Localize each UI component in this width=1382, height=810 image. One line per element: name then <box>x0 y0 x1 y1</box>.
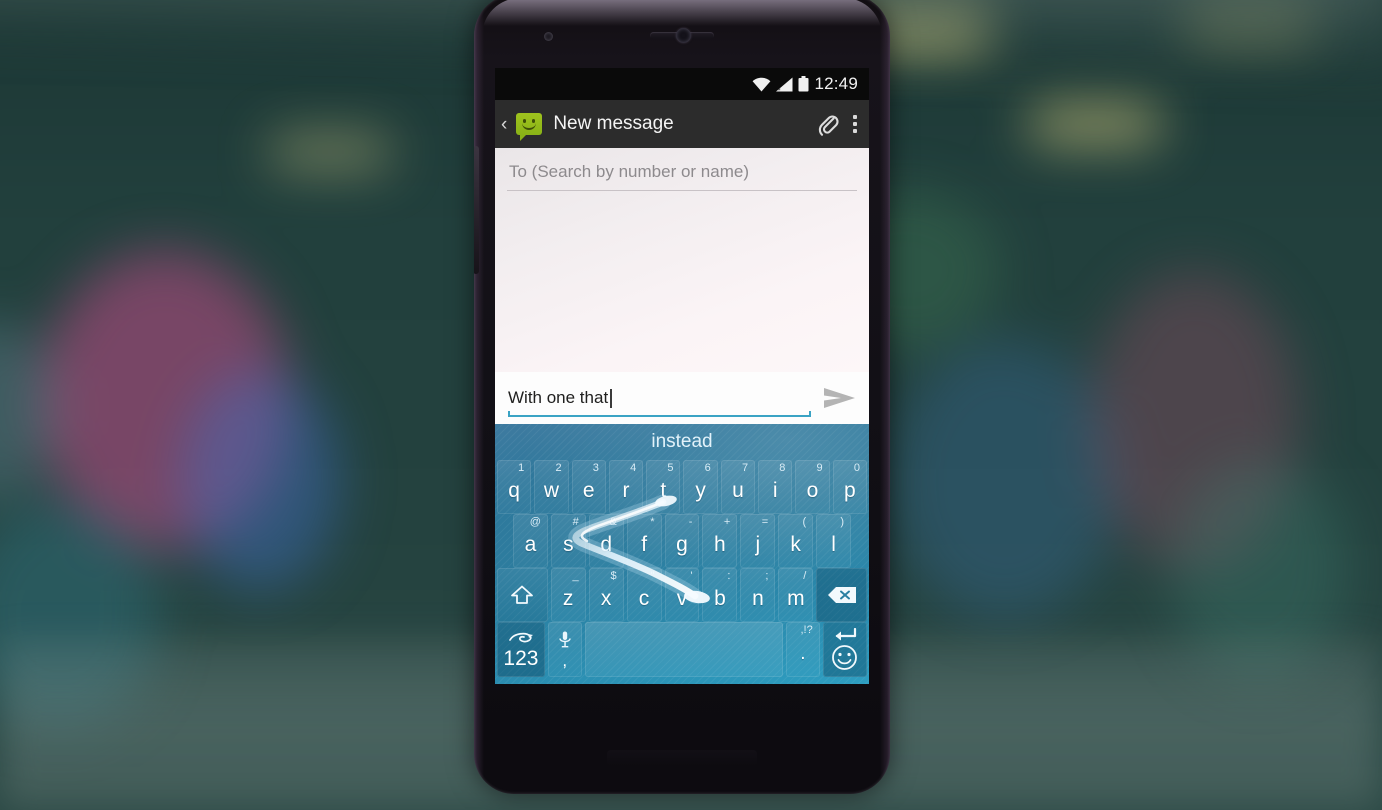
input-underline <box>508 411 811 417</box>
microphone-icon <box>558 631 571 647</box>
key-f[interactable]: * f <box>626 514 662 568</box>
key-a[interactable]: @ a <box>513 514 548 568</box>
bottom-speaker-grill <box>607 750 757 766</box>
message-input[interactable]: With one that <box>508 381 811 417</box>
messaging-icon <box>516 113 543 141</box>
back-chevron-icon[interactable]: ‹ <box>501 115 507 134</box>
key-u[interactable]: 7u <box>720 460 756 514</box>
numeric-mode-label: 123 <box>503 646 539 670</box>
key-w[interactable]: 2w <box>534 460 569 514</box>
recipient-input[interactable]: To (Search by number or name) <box>507 156 857 191</box>
enter-emoji-key[interactable] <box>822 622 867 677</box>
smiley-icon <box>832 645 858 670</box>
key-y[interactable]: 6y <box>683 460 718 514</box>
key-r[interactable]: 4r <box>608 460 644 514</box>
key-g[interactable]: -g <box>664 514 700 568</box>
proximity-sensor-icon <box>544 32 553 41</box>
backspace-key[interactable] <box>816 568 868 622</box>
compose-body: To (Search by number or name) <box>495 148 869 372</box>
key-o[interactable]: 9o <box>795 460 830 514</box>
key-l[interactable]: ) l <box>816 514 852 568</box>
overflow-menu-icon[interactable] <box>853 115 857 133</box>
key-q[interactable]: 1q <box>497 460 532 514</box>
numeric-mode-key[interactable]: 123 <box>497 622 545 677</box>
key-h[interactable]: + h <box>702 514 738 568</box>
key-n[interactable]: ; n <box>740 568 776 622</box>
key-d[interactable]: & d <box>588 514 624 568</box>
message-entry-row: With one that <box>495 372 869 424</box>
key-k[interactable]: (k <box>778 514 814 568</box>
volume-rocker[interactable] <box>474 146 479 274</box>
key-s[interactable]: # s <box>550 514 586 568</box>
comma-key-label: , <box>562 650 568 670</box>
key-p[interactable]: 0p <box>832 460 867 514</box>
status-bar-clock: 12:49 <box>814 74 858 93</box>
keyboard-row-bottom-letters: _ z $ x " c ' v :b ; n / m <box>495 568 869 622</box>
phone-device: 12:49 ‹ New message To (Search by number… <box>474 0 890 794</box>
bezel-edge-right <box>880 0 890 794</box>
return-arrow-icon <box>835 628 856 641</box>
swype-keyboard: instead 1q 2w 3e 4r 5t 6y 7u 8i 9o 0p @ a… <box>495 424 869 684</box>
text-cursor <box>610 388 612 408</box>
key-z[interactable]: _ z <box>550 568 586 622</box>
key-m[interactable]: / m <box>778 568 814 622</box>
swipe-swirl-icon <box>509 632 533 642</box>
key-c[interactable]: " c <box>626 568 662 622</box>
space-key[interactable] <box>584 622 784 677</box>
keyboard-row-home: @ a # s & d * f -g + h = j (k ) l <box>495 514 869 568</box>
backspace-icon <box>827 587 856 603</box>
battery-icon <box>798 76 809 92</box>
send-arrow-icon <box>823 388 855 408</box>
phone-screen: 12:49 ‹ New message To (Search by number… <box>495 68 869 684</box>
keyboard-row-qwerty: 1q 2w 3e 4r 5t 6y 7u 8i 9o 0p <box>495 460 869 514</box>
key-e[interactable]: 3e <box>571 460 606 514</box>
front-camera-icon <box>676 28 691 43</box>
message-input-text: With one that <box>508 388 609 407</box>
key-x[interactable]: $ x <box>588 568 624 622</box>
shift-key[interactable] <box>497 568 548 622</box>
key-v[interactable]: ' v <box>664 568 700 622</box>
key-t[interactable]: 5t <box>646 460 681 514</box>
period-key[interactable]: ,!? . <box>786 622 820 677</box>
page-title: New message <box>553 113 674 134</box>
comma-voice-key[interactable]: , <box>547 622 582 677</box>
shift-arrow-icon <box>511 585 534 604</box>
key-b[interactable]: :b <box>702 568 738 622</box>
word-suggestion[interactable]: instead <box>495 424 869 460</box>
key-i[interactable]: 8i <box>758 460 793 514</box>
status-bar: 12:49 <box>495 68 869 100</box>
keyboard-row-function: 123 , ,!? . <box>495 622 869 677</box>
paperclip-icon[interactable] <box>817 112 839 136</box>
bezel-edge-left <box>474 0 484 794</box>
key-j[interactable]: = j <box>740 514 776 568</box>
wifi-icon <box>753 77 771 91</box>
cellular-signal-icon <box>776 77 793 91</box>
send-button[interactable] <box>819 386 859 410</box>
app-action-bar: ‹ New message <box>495 100 869 148</box>
